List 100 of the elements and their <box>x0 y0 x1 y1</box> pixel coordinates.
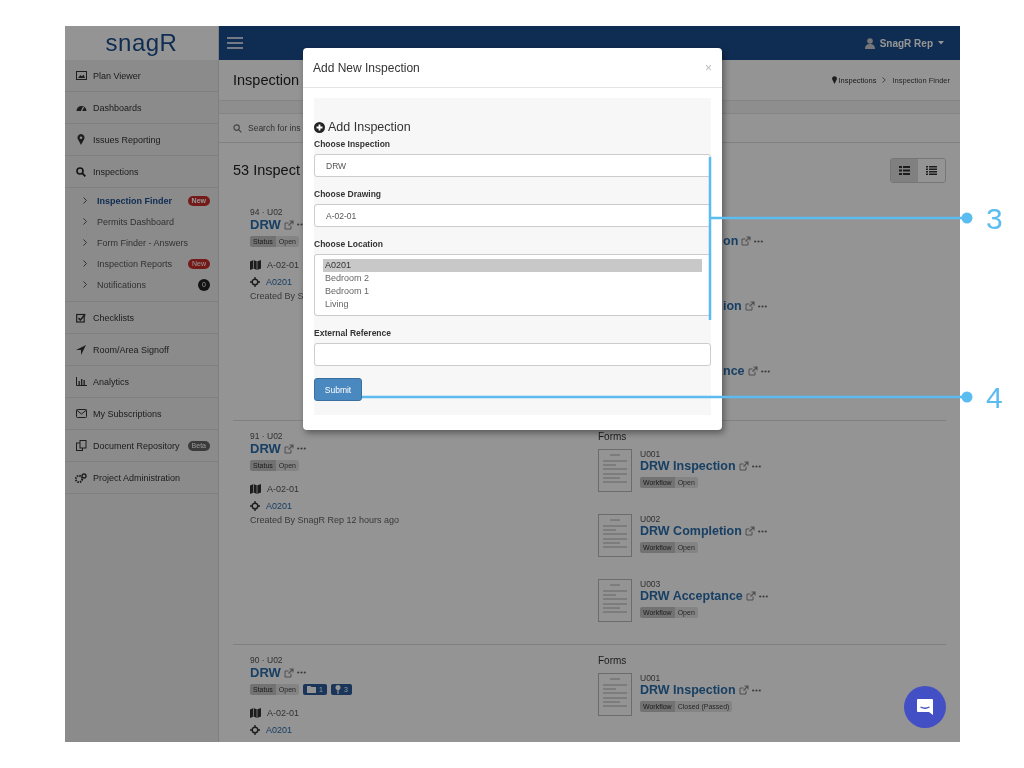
map-icon <box>250 483 261 494</box>
caret-icon <box>938 41 944 45</box>
sidebar-item[interactable]: Room/Area Signoff <box>65 334 218 366</box>
inspection-title-link[interactable]: DRW <box>250 441 281 456</box>
external-link-icon[interactable] <box>738 461 749 471</box>
sidebar-item[interactable]: Checklists <box>65 302 218 334</box>
external-link-icon[interactable] <box>283 443 294 454</box>
inspection-ref: 91 · U02 <box>250 431 283 441</box>
external-link-icon[interactable] <box>744 526 755 536</box>
field-label: Choose Location <box>314 239 384 249</box>
chevron-icon <box>83 197 87 204</box>
sidebar-item[interactable]: Dashboards <box>65 92 218 124</box>
form-title-link[interactable]: ion <box>723 299 742 313</box>
page-title: Inspection <box>233 72 300 88</box>
select-field[interactable]: A-02-01 <box>314 204 711 227</box>
drawing-ref: A-02-01 <box>267 707 300 718</box>
input-field[interactable] <box>314 343 711 366</box>
search-icon <box>233 123 242 133</box>
dialog-title: Add New Inspection <box>313 60 420 75</box>
form-title-link[interactable]: DRW Inspection <box>640 683 736 697</box>
form-code: U002 <box>640 514 661 524</box>
map-icon <box>250 707 261 718</box>
checkbox-icon <box>76 312 86 323</box>
field-label: Choose Inspection <box>314 139 392 149</box>
pin-icon <box>77 134 85 145</box>
chevron-icon <box>83 239 87 246</box>
detail-list-icon <box>899 165 910 175</box>
inspection-ref: 94 · U02 <box>250 207 283 217</box>
chat-icon <box>916 698 934 716</box>
chat-button[interactable] <box>904 686 946 728</box>
select-field[interactable]: DRW <box>314 154 711 177</box>
inspection-ref: 90 · U02 <box>250 655 283 665</box>
sidebar-item[interactable]: Plan Viewer <box>65 60 218 92</box>
location-link[interactable]: A0201 <box>266 276 293 287</box>
external-link-icon[interactable] <box>738 685 749 695</box>
list-option[interactable]: A0201 <box>323 259 702 272</box>
external-link-icon[interactable] <box>744 301 755 311</box>
list-option[interactable]: Bedroom 1 <box>323 285 702 298</box>
document-thumbnail-icon <box>598 514 632 557</box>
chevron-icon <box>83 281 87 288</box>
sidebar-item[interactable]: My Subscriptions <box>65 398 218 430</box>
callout-number: 3 <box>986 204 1003 234</box>
detail-view-button[interactable] <box>891 158 918 182</box>
field-label: External Reference <box>314 328 392 338</box>
submit-button[interactable]: Submit <box>314 378 362 401</box>
field-label: Choose Drawing <box>314 189 383 199</box>
inspection-title-link[interactable]: DRW <box>250 217 281 232</box>
pin-icon <box>831 76 837 84</box>
external-link-icon[interactable] <box>741 236 752 246</box>
user-menu[interactable]: SnagR Rep <box>864 37 944 49</box>
chevron-icon <box>83 218 87 225</box>
form-heading: Add Inspection <box>328 120 411 134</box>
documents-icon <box>75 440 87 451</box>
list-option[interactable]: Bedroom 2 <box>323 272 702 285</box>
menu-icon[interactable] <box>227 37 243 49</box>
external-link-icon[interactable] <box>747 366 758 376</box>
sidebar-subitem[interactable]: Permits Dashboard <box>65 211 218 232</box>
created-by-text: Created By SnagR Rep 12 hours ago <box>250 515 400 525</box>
external-link-icon[interactable] <box>745 591 756 601</box>
created-by-text: Created By S <box>250 291 304 301</box>
gauge-icon <box>75 103 87 112</box>
list-icon <box>926 165 937 175</box>
chevron-icon <box>882 77 887 83</box>
forms-heading: Forms <box>598 655 628 668</box>
sidebar-item[interactable]: Inspections <box>65 156 218 188</box>
form-title-link[interactable]: DRW Acceptance <box>640 589 743 603</box>
bar-chart-icon <box>75 377 87 386</box>
gears-icon <box>75 472 87 483</box>
image-icon <box>75 71 87 80</box>
results-count: 53 Inspect <box>233 162 300 178</box>
location-listbox[interactable]: A0201 Bedroom 2 Bedroom 1 Living <box>314 254 711 316</box>
callout-number: 4 <box>986 383 1003 413</box>
user-icon <box>864 37 875 49</box>
search-icon <box>76 166 86 177</box>
sidebar-item[interactable]: Issues Reporting <box>65 124 218 156</box>
form-code: U001 <box>640 673 661 683</box>
sidebar-subitem[interactable]: Form Finder - Answers <box>65 232 218 253</box>
form-title-link[interactable]: DRW Inspection <box>640 459 736 473</box>
list-option[interactable]: Living <box>323 298 702 311</box>
form-title-link[interactable]: on <box>723 234 739 248</box>
location-link[interactable]: A0201 <box>266 500 293 511</box>
inspection-title-link[interactable]: DRW <box>250 665 281 680</box>
envelope-icon <box>75 409 87 418</box>
document-thumbnail-icon <box>598 579 632 622</box>
form-title-link[interactable]: DRW Completion <box>640 524 742 538</box>
location-link[interactable]: A0201 <box>266 724 293 735</box>
search-field[interactable]: Search for ins <box>248 123 301 133</box>
document-thumbnail-icon <box>598 449 632 492</box>
crosshair-icon <box>250 724 260 735</box>
map-icon <box>250 259 261 270</box>
sidebar-item[interactable]: Analytics <box>65 366 218 398</box>
crosshair-icon <box>250 500 260 511</box>
form-title-link[interactable]: nce <box>723 364 745 378</box>
forms-heading: Forms <box>598 431 628 444</box>
sidebar-item[interactable]: Project Administration <box>65 462 218 494</box>
arrow-icon <box>76 344 86 355</box>
external-link-icon[interactable] <box>283 667 294 678</box>
document-thumbnail-icon <box>598 673 632 716</box>
form-code: U001 <box>640 449 661 459</box>
chevron-icon <box>83 260 87 267</box>
